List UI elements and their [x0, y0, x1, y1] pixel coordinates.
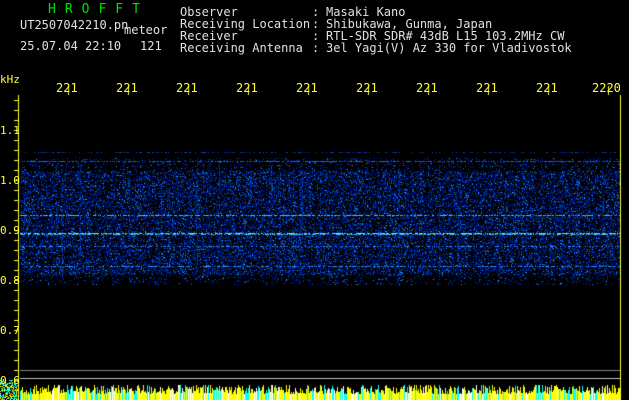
observation-datetime: 25.07.04 22:10	[20, 39, 122, 53]
y-tick-label: 0.6	[0, 374, 20, 387]
x-tick-label: 221	[56, 81, 78, 95]
meteor-count: 121	[140, 39, 162, 53]
y-tick-label: 1.1	[0, 124, 20, 137]
x-tick-label: 221	[356, 81, 378, 95]
x-tick-label: 221	[236, 81, 258, 95]
x-tick-label: 221	[476, 81, 498, 95]
antenna-colon: :	[312, 41, 320, 55]
x-tick-label: 221	[116, 81, 138, 95]
y-axis-unit: kHz	[0, 73, 20, 86]
x-tick-label: 221	[176, 81, 198, 95]
y-tick-label: 0.9	[0, 224, 20, 237]
y-tick-label: 1.0	[0, 174, 20, 187]
x-tick-label: 2220	[592, 81, 621, 95]
x-tick-label: 221	[416, 81, 438, 95]
file-type-label: meteor	[124, 23, 168, 37]
file-name: UT2507042210.pn	[20, 18, 129, 32]
y-tick-label: 0.7	[0, 324, 20, 337]
y-tick-label: 0.8	[0, 274, 20, 287]
spectrogram-plot	[0, 0, 629, 400]
x-tick-label: 221	[296, 81, 318, 95]
antenna-label: Receiving Antenna	[180, 41, 303, 55]
x-tick-label: 221	[536, 81, 558, 95]
antenna-value: 3el Yagi(V) Az 330 for Vladivostok	[326, 41, 572, 55]
app-title: HROFFT	[48, 2, 149, 17]
